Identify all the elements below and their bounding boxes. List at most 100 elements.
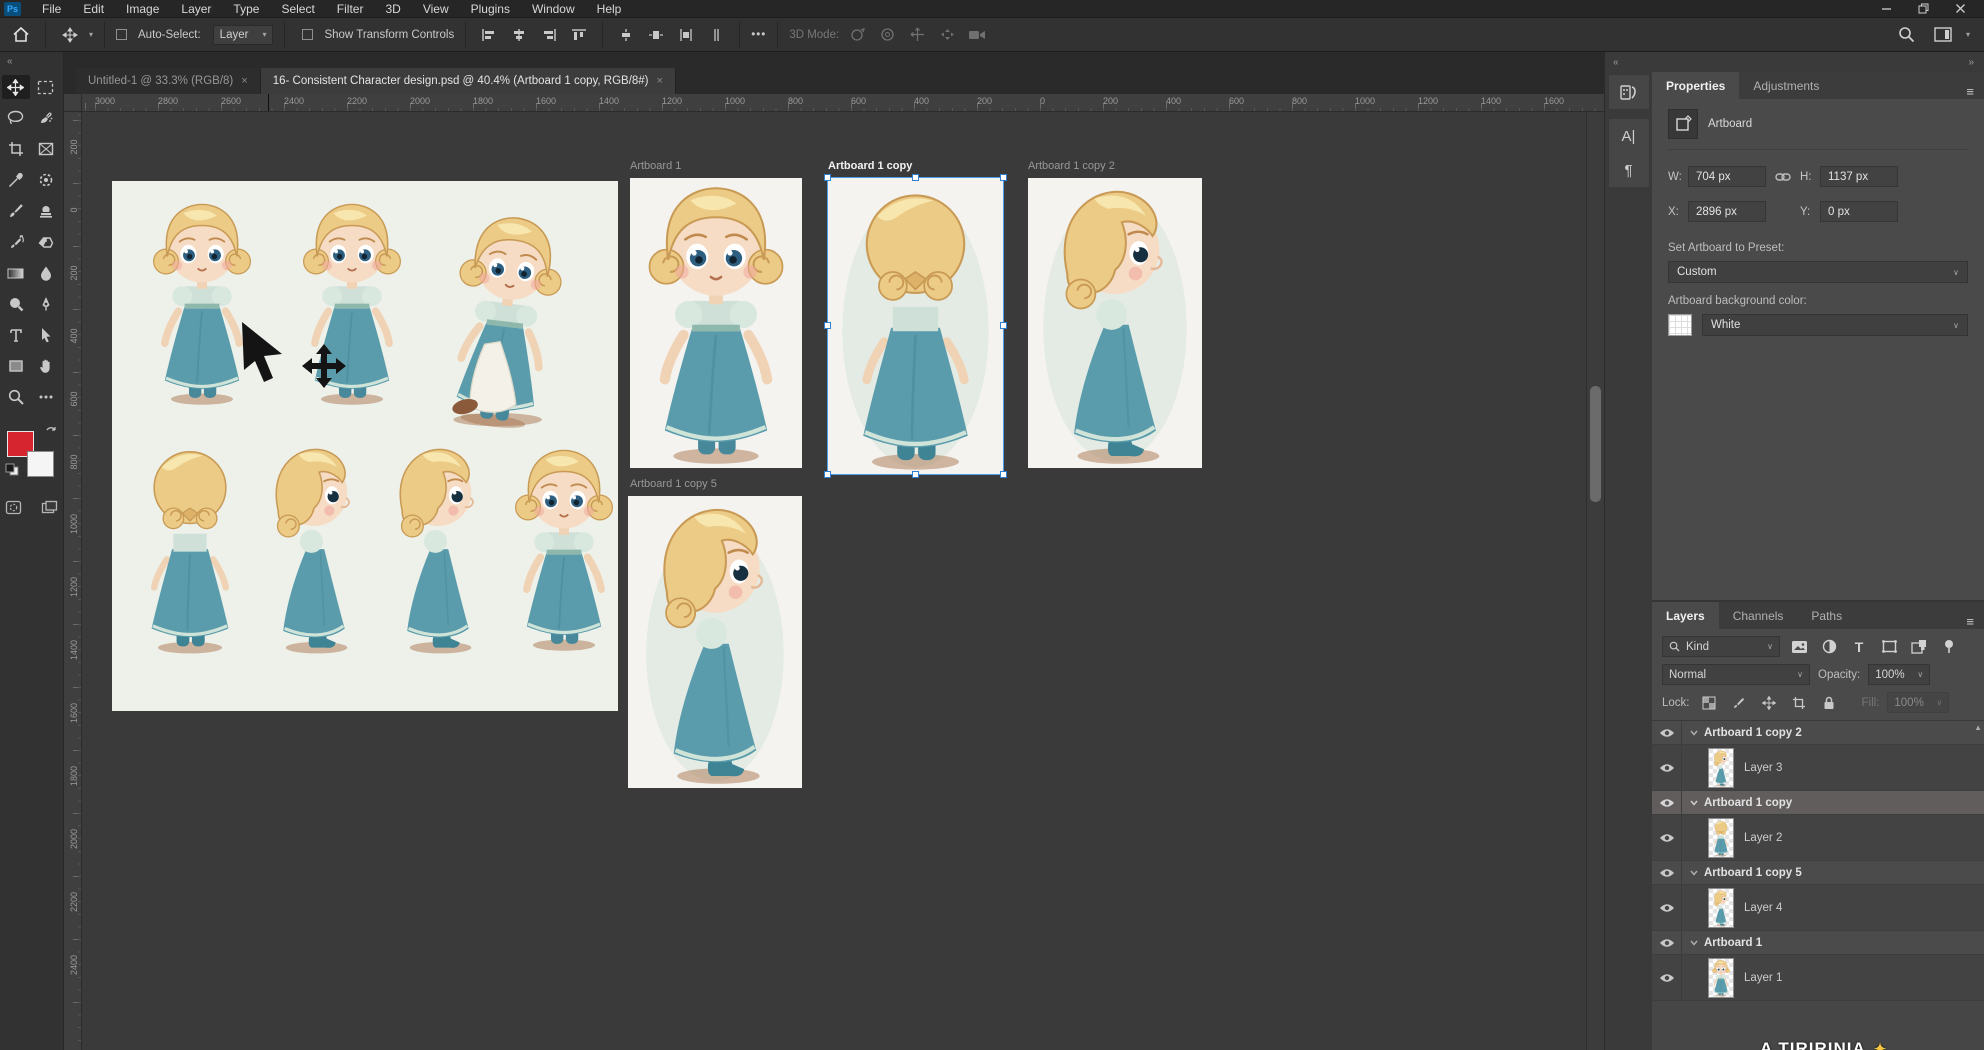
menu-3d[interactable]: 3D bbox=[374, 2, 411, 16]
gradient-tool[interactable] bbox=[2, 261, 30, 285]
menu-help[interactable]: Help bbox=[586, 2, 633, 16]
eraser-tool[interactable] bbox=[32, 230, 60, 254]
layer-thumbnail[interactable] bbox=[1708, 748, 1734, 788]
rectangular-marquee-tool[interactable] bbox=[32, 75, 60, 99]
character-panel-icon[interactable]: A| bbox=[1608, 119, 1650, 153]
transform-handle-ne[interactable] bbox=[1000, 174, 1007, 181]
home-icon[interactable] bbox=[8, 22, 34, 48]
visibility-eye-icon[interactable] bbox=[1652, 931, 1682, 954]
artboard-bg-dropdown[interactable]: White∨ bbox=[1702, 314, 1968, 336]
history-brush-tool[interactable] bbox=[2, 230, 30, 254]
artboard-1-copy-2[interactable] bbox=[1028, 178, 1202, 468]
rectangle-tool[interactable] bbox=[2, 354, 30, 378]
chevron-expand-icon[interactable] bbox=[1690, 940, 1698, 946]
zoom-tool[interactable] bbox=[2, 385, 30, 409]
ruler-origin-corner[interactable] bbox=[64, 94, 82, 112]
filter-pin-icon[interactable] bbox=[1938, 637, 1960, 657]
transform-handle-sw[interactable] bbox=[824, 471, 831, 478]
document-tab-character-design[interactable]: 16- Consistent Character design.psd @ 40… bbox=[261, 68, 676, 94]
filter-adjustment-layers-icon[interactable] bbox=[1818, 637, 1840, 657]
document-tab-untitled[interactable]: Untitled-1 @ 33.3% (RGB/8) × bbox=[76, 68, 261, 94]
dodge-tool[interactable] bbox=[2, 292, 30, 316]
artboard-bg-swatch[interactable] bbox=[1668, 314, 1692, 336]
visibility-eye-icon[interactable] bbox=[1652, 721, 1682, 744]
layer-row[interactable]: Layer 2 bbox=[1652, 815, 1984, 861]
distribute-spacing-icon[interactable] bbox=[704, 23, 728, 47]
y-field[interactable]: 0 px bbox=[1820, 201, 1898, 222]
lock-artboard-nesting-icon[interactable] bbox=[1788, 693, 1810, 713]
filter-shape-layers-icon[interactable] bbox=[1878, 637, 1900, 657]
chevron-expand-icon[interactable] bbox=[1690, 870, 1698, 876]
layer-row[interactable]: Layer 4 bbox=[1652, 885, 1984, 931]
move-tool[interactable] bbox=[2, 75, 30, 99]
transform-handle-s[interactable] bbox=[912, 471, 919, 478]
transform-handle-w[interactable] bbox=[824, 322, 831, 329]
layer-thumbnail[interactable] bbox=[1708, 958, 1734, 998]
brush-tool[interactable] bbox=[2, 199, 30, 223]
more-options-icon[interactable]: ••• bbox=[751, 29, 766, 41]
artboard-label-1[interactable]: Artboard 1 bbox=[630, 160, 681, 172]
3d-camera-icon[interactable] bbox=[965, 23, 989, 47]
reference-image-layer[interactable] bbox=[112, 181, 618, 711]
default-colors-icon[interactable] bbox=[5, 463, 19, 481]
menu-plugins[interactable]: Plugins bbox=[460, 2, 521, 16]
workspace-chevron-icon[interactable]: ▾ bbox=[1966, 30, 1970, 39]
menu-image[interactable]: Image bbox=[115, 2, 170, 16]
transform-handle-se[interactable] bbox=[1000, 471, 1007, 478]
transform-handle-n[interactable] bbox=[912, 174, 919, 181]
swatches-panel-icon[interactable] bbox=[1608, 75, 1650, 109]
hand-tool[interactable] bbox=[32, 354, 60, 378]
canvas-vertical-scrollbar[interactable] bbox=[1586, 112, 1604, 1050]
artboard-1[interactable] bbox=[630, 178, 802, 468]
quick-selection-tool[interactable] bbox=[32, 106, 60, 130]
tab-close-icon[interactable]: × bbox=[241, 75, 247, 87]
close-icon[interactable] bbox=[1955, 3, 1966, 14]
visibility-eye-icon[interactable] bbox=[1652, 745, 1682, 790]
horizontal-ruler[interactable]: 3000280026002400220020001800160014001200… bbox=[82, 94, 1604, 112]
layer-row-artboard[interactable]: Artboard 1 bbox=[1652, 931, 1984, 955]
crop-tool[interactable] bbox=[2, 137, 30, 161]
distribute-vertical-centers-icon[interactable] bbox=[614, 23, 638, 47]
lock-all-icon[interactable] bbox=[1818, 693, 1840, 713]
align-right-edges-icon[interactable] bbox=[537, 23, 561, 47]
canvas-pasteboard[interactable]: Artboard 1 Artboard 1 copy bbox=[82, 112, 1586, 1050]
menu-layer[interactable]: Layer bbox=[170, 2, 222, 16]
x-field[interactable]: 2896 px bbox=[1688, 201, 1766, 222]
transform-handle-e[interactable] bbox=[1000, 322, 1007, 329]
clone-stamp-tool[interactable] bbox=[32, 199, 60, 223]
eyedropper-tool[interactable] bbox=[2, 168, 30, 192]
list-scroll-up-icon[interactable]: ▲ bbox=[1974, 723, 1982, 732]
menu-type[interactable]: Type bbox=[222, 2, 270, 16]
auto-select-target-dropdown[interactable]: Layer▾ bbox=[213, 25, 274, 45]
layer-thumbnail[interactable] bbox=[1708, 888, 1734, 928]
workspace-switcher-icon[interactable] bbox=[1930, 22, 1956, 48]
blend-mode-dropdown[interactable]: Normal ∨ bbox=[1662, 664, 1810, 685]
layer-row-artboard-selected[interactable]: Artboard 1 copy bbox=[1652, 791, 1984, 815]
lock-image-pixels-icon[interactable] bbox=[1728, 693, 1750, 713]
panel-menu-icon[interactable]: ≡ bbox=[1966, 84, 1984, 99]
visibility-eye-icon[interactable] bbox=[1652, 885, 1682, 930]
quick-mask-icon[interactable] bbox=[0, 495, 27, 519]
artboard-label-1-copy[interactable]: Artboard 1 copy bbox=[828, 160, 912, 172]
vertical-ruler[interactable]: 2000200400600800100012001400160018002000… bbox=[64, 112, 82, 1050]
menu-window[interactable]: Window bbox=[521, 2, 586, 16]
background-color-swatch[interactable] bbox=[27, 451, 54, 477]
tab-paths[interactable]: Paths bbox=[1797, 602, 1856, 629]
filter-smart-objects-icon[interactable] bbox=[1908, 637, 1930, 657]
type-tool[interactable] bbox=[2, 323, 30, 347]
height-field[interactable]: 1137 px bbox=[1820, 166, 1898, 187]
path-selection-tool[interactable] bbox=[32, 323, 60, 347]
minimize-icon[interactable] bbox=[1881, 3, 1892, 14]
menu-edit[interactable]: Edit bbox=[72, 2, 115, 16]
filter-pixel-layers-icon[interactable] bbox=[1788, 637, 1810, 657]
menu-file[interactable]: File bbox=[31, 2, 72, 16]
spot-healing-brush-tool[interactable] bbox=[32, 168, 60, 192]
align-left-edges-icon[interactable] bbox=[477, 23, 501, 47]
layer-filter-dropdown[interactable]: Kind ∨ bbox=[1662, 636, 1780, 657]
link-dimensions-icon[interactable] bbox=[1766, 172, 1800, 182]
lasso-tool[interactable] bbox=[2, 106, 30, 130]
menu-filter[interactable]: Filter bbox=[326, 2, 375, 16]
auto-select-checkbox[interactable] bbox=[116, 29, 127, 40]
3d-orbit-icon[interactable] bbox=[845, 23, 869, 47]
preset-chevron-icon[interactable]: ▾ bbox=[89, 30, 93, 39]
